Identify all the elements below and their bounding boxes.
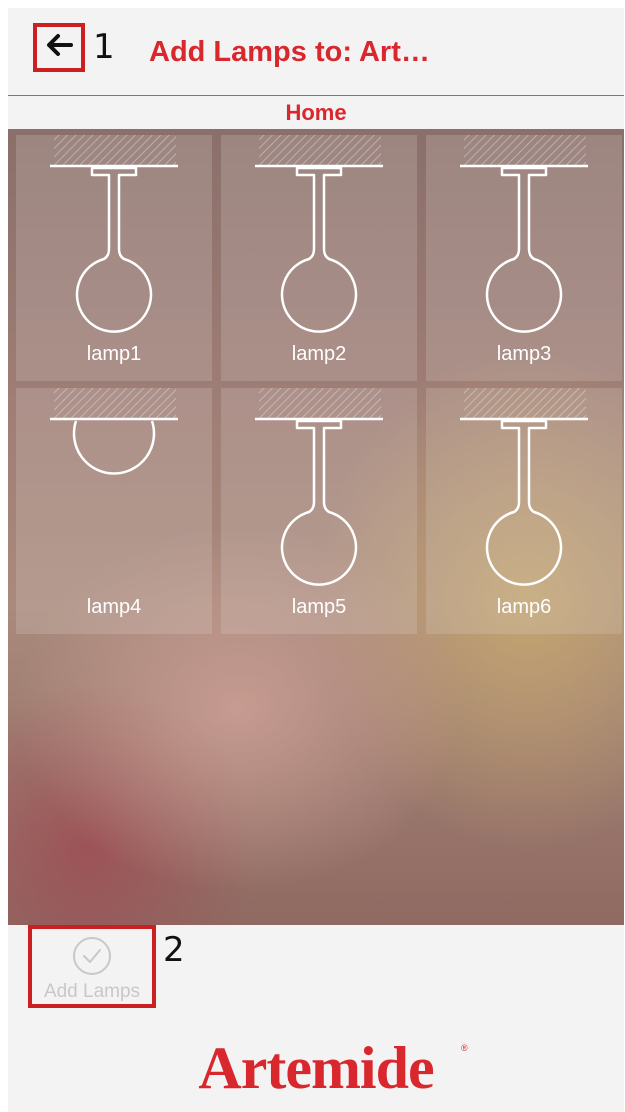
lamp-label: lamp4	[86, 596, 142, 618]
lamp-tile[interactable]: lamp2	[221, 135, 417, 381]
page-title: Add Lamps to: Art…	[149, 36, 430, 68]
back-button[interactable]	[33, 23, 85, 72]
brand-logo: Artemide	[198, 1035, 434, 1101]
lamp-tile[interactable]: lamp3	[426, 135, 622, 381]
lamp-label: lamp6	[496, 596, 552, 618]
lamp-tile[interactable]: lamp6	[426, 388, 622, 634]
lamp-label: lamp3	[496, 343, 552, 365]
annotation-2: 2	[163, 930, 185, 970]
lamp-label: lamp2	[291, 343, 347, 365]
lamp-label: lamp5	[291, 596, 347, 618]
lamp-tile[interactable]: lamp4	[16, 388, 212, 634]
registered-mark: ®	[461, 1043, 468, 1053]
add-lamps-label: Add Lamps	[43, 981, 141, 1002]
lamp-label: lamp1	[86, 343, 142, 365]
lamp-tile[interactable]: lamp5	[221, 388, 417, 634]
check-circle-icon	[71, 935, 113, 982]
annotation-1: 1	[93, 27, 115, 67]
lamp-tile[interactable]: lamp1	[16, 135, 212, 381]
app-screen: 1 Add Lamps to: Art… Home lamp1 lamp2 lamp…	[8, 8, 624, 1112]
arrow-left-icon	[45, 33, 73, 62]
add-lamps-button[interactable]: Add Lamps	[28, 925, 156, 1008]
header-bar: 1 Add Lamps to: Art…	[8, 8, 624, 96]
room-label: Home	[285, 100, 347, 125]
